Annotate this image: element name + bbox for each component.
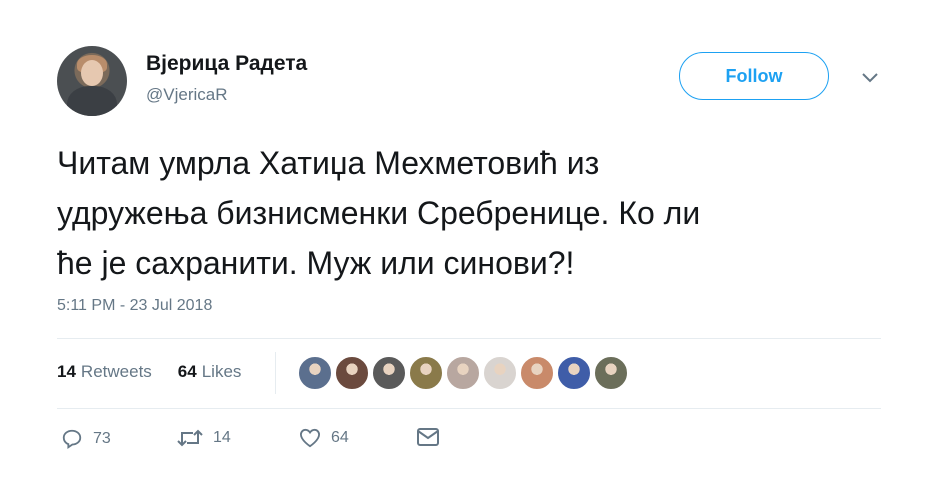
liker-avatar[interactable] — [335, 356, 369, 390]
tweet-card: Вјерица Радета @VjericaR Follow Читам ум… — [0, 0, 938, 504]
tweet-text: Читам умрла Хатиџа Мехметовић из удружењ… — [57, 138, 897, 288]
reply-action[interactable]: 73 — [61, 428, 111, 450]
retweets-stat[interactable]: 14 Retweets — [57, 362, 152, 382]
chevron-down-icon[interactable] — [858, 66, 882, 90]
message-action[interactable] — [417, 428, 439, 446]
tweet-line: ће је сахранити. Муж или синови?! — [57, 245, 575, 281]
likes-count: 64 — [177, 362, 197, 381]
like-action[interactable]: 64 — [299, 428, 349, 448]
reply-icon — [61, 428, 83, 450]
liker-avatar[interactable] — [483, 356, 517, 390]
liker-avatar[interactable] — [446, 356, 480, 390]
liker-avatar[interactable] — [520, 356, 554, 390]
liker-avatar[interactable] — [409, 356, 443, 390]
divider — [57, 408, 881, 409]
retweets-label: Retweets — [80, 362, 152, 381]
likes-label: Likes — [201, 362, 242, 381]
avatar-body — [67, 86, 117, 116]
heart-icon — [299, 428, 321, 448]
avatar[interactable] — [57, 46, 127, 116]
liker-avatar[interactable] — [594, 356, 628, 390]
tweet-line: Читам умрла Хатиџа Мехметовић из — [57, 145, 600, 181]
tweet-timestamp[interactable]: 5:11 PM - 23 Jul 2018 — [57, 297, 212, 315]
tweet-actions: 73 14 64 — [57, 428, 557, 458]
likes-stat[interactable]: 64 Likes — [178, 362, 242, 382]
follow-button[interactable]: Follow — [679, 52, 829, 100]
user-handle[interactable]: @VjericaR — [146, 85, 228, 105]
like-count: 64 — [331, 429, 349, 446]
reply-count: 73 — [93, 430, 111, 447]
liker-avatar[interactable] — [372, 356, 406, 390]
user-display-name[interactable]: Вјерица Радета — [146, 52, 307, 76]
stats-separator — [275, 352, 276, 394]
retweet-action[interactable]: 14 — [177, 428, 231, 448]
envelope-icon — [417, 428, 439, 446]
liker-avatar[interactable] — [298, 356, 332, 390]
divider — [57, 338, 881, 339]
retweet-count: 14 — [213, 429, 231, 446]
retweet-icon — [177, 428, 203, 448]
tweet-line: удружења бизнисменки Сребренице. Ко ли — [57, 195, 701, 231]
tweet-stats: 14 Retweets 64 Likes — [57, 362, 241, 382]
retweets-count: 14 — [57, 362, 76, 381]
avatar-face — [81, 60, 103, 86]
liker-avatar[interactable] — [557, 356, 591, 390]
liker-avatars — [298, 356, 631, 390]
